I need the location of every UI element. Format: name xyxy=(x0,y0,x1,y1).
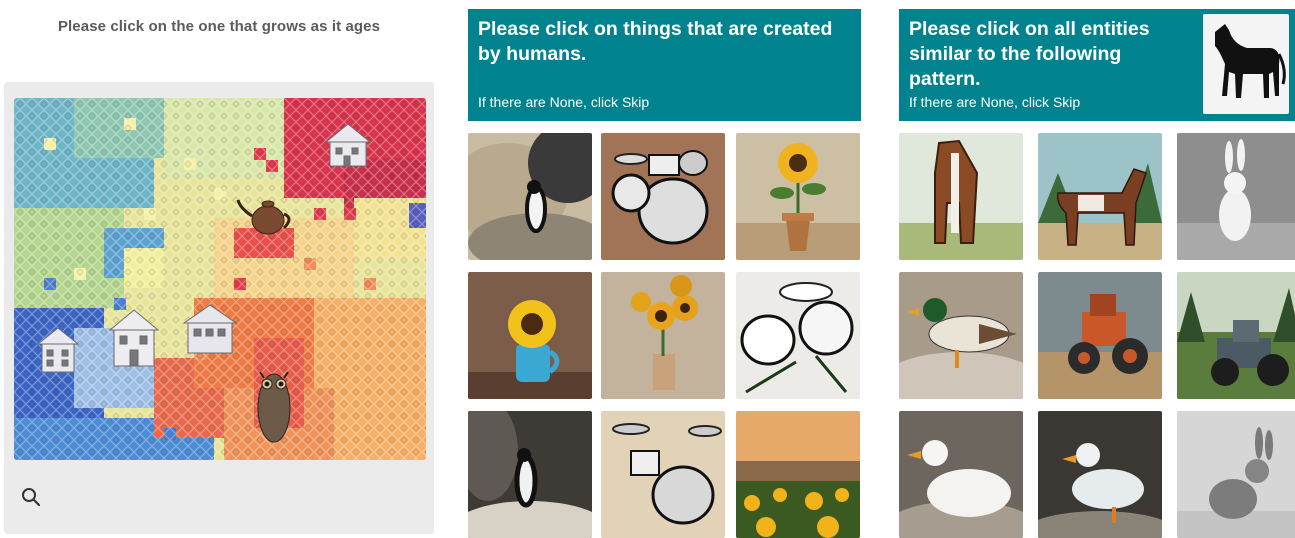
panel3-prompt: Please click on all entities similar to … xyxy=(909,18,1150,90)
image-tile-mallard-duck[interactable] xyxy=(899,272,1023,399)
image-tile-white-duck-rocks[interactable] xyxy=(899,411,1023,538)
panel2-header: Please click on things that are created … xyxy=(468,9,861,121)
image-tile-drum-set[interactable] xyxy=(601,411,725,538)
image-tile-tractor-field[interactable] xyxy=(1177,272,1295,399)
image-tile-rabbit-white[interactable] xyxy=(1177,133,1295,260)
panel1-prompt: Please click on the one that grows as it… xyxy=(57,18,381,35)
panel2-prompt: Please click on things that are created … xyxy=(478,18,833,65)
image-tile-penguin-cave[interactable] xyxy=(468,411,592,538)
panel2-skip-hint: If there are None, click Skip xyxy=(478,94,650,110)
panel3-header: Please click on all entities similar to … xyxy=(899,9,1295,121)
image-tile-sunflower-mug[interactable] xyxy=(468,272,592,399)
image-tile-tractor-orange[interactable] xyxy=(1038,272,1162,399)
image-tile-sunflower-pot[interactable] xyxy=(736,133,860,260)
image-tile-penguin-rock[interactable] xyxy=(468,133,592,260)
image-tile-drum-kit[interactable] xyxy=(601,133,725,260)
pattern-horse-silhouette-image xyxy=(1203,14,1289,114)
image-tile-sunflower-field[interactable] xyxy=(736,411,860,538)
image-tile-drum-sketch[interactable] xyxy=(736,272,860,399)
search-icon[interactable] xyxy=(20,486,42,508)
image-tile-rabbit-gray[interactable] xyxy=(1177,411,1295,538)
image-tile-sunflower-vase[interactable] xyxy=(601,272,725,399)
image-tile-white-duck-stone[interactable] xyxy=(1038,411,1162,538)
mosaic-image xyxy=(14,98,426,460)
image-tile-horse-painted[interactable] xyxy=(899,133,1023,260)
image-tile-horse-forest[interactable] xyxy=(1038,133,1162,260)
panel1-challenge-frame xyxy=(4,82,434,534)
panel3-skip-hint: If there are None, click Skip xyxy=(909,94,1081,110)
panel1-challenge-canvas[interactable] xyxy=(14,98,426,460)
